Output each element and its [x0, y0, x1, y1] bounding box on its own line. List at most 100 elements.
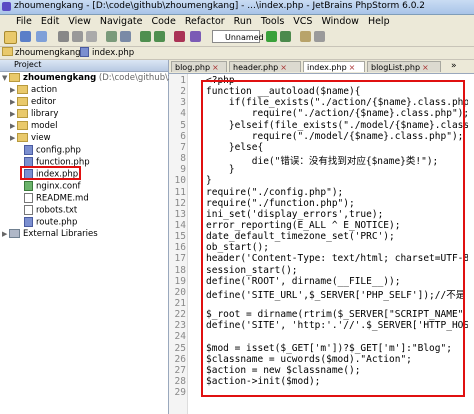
line-number: 27: [174, 364, 186, 376]
menu-bar: File Edit View Navigate Code Refactor Run Tools…: [0, 15, 474, 28]
line-number: 13: [174, 208, 186, 220]
tab-index-php[interactable]: index.php ×: [303, 61, 365, 72]
menu-run[interactable]: Run: [234, 15, 252, 28]
tree-item-editor[interactable]: ▶ editor: [10, 97, 56, 107]
settings-icon[interactable]: [190, 31, 201, 42]
editor-tab-bar: blog.php × header.php × index.php × blogLis…: [169, 60, 474, 74]
line-number: 1: [180, 75, 186, 86]
tab-bloglist-php[interactable]: blogList.php ×: [367, 61, 441, 72]
line-number: 11: [174, 186, 186, 198]
line-number: 23: [174, 320, 186, 332]
close-icon[interactable]: ×: [422, 63, 429, 72]
expand-icon[interactable]: ▶: [10, 85, 17, 95]
menu-file[interactable]: File: [16, 15, 32, 28]
line-number: 17: [174, 253, 186, 265]
project-folder-icon: [2, 47, 13, 56]
close-icon[interactable]: ×: [212, 63, 219, 72]
line-number: 6: [180, 130, 186, 142]
line-number: 26: [174, 353, 186, 365]
window-title: zhoumengkang - [D:\code\github\zhoumengk…: [14, 1, 426, 11]
tree-item-library[interactable]: ▶ library: [10, 109, 58, 119]
help-icon[interactable]: [314, 31, 325, 42]
line-number: 22: [174, 309, 186, 321]
tree-item-robots-txt[interactable]: robots.txt: [24, 205, 77, 216]
tree-item-model[interactable]: ▶ model: [10, 121, 57, 131]
php-file-icon: [24, 217, 33, 227]
menu-refactor[interactable]: Refactor: [185, 15, 225, 28]
line-number: 25: [174, 342, 186, 354]
tree-item-nginx-conf[interactable]: nginx.conf: [24, 181, 81, 192]
line-number: 7: [180, 141, 186, 153]
tree-item-label: External Libraries: [23, 229, 98, 239]
collapse-icon[interactable]: ▼: [2, 73, 9, 83]
tree-item-label: README.md: [36, 193, 89, 204]
folder-icon: [17, 121, 28, 130]
save-icon[interactable]: [20, 31, 31, 42]
tab-blog-php[interactable]: blog.php ×: [171, 61, 227, 72]
tab-overflow-icon[interactable]: »: [451, 61, 457, 71]
menu-view[interactable]: View: [68, 15, 91, 28]
build-icon[interactable]: [174, 31, 185, 42]
tree-item-label: nginx.conf: [36, 181, 81, 192]
title-bar: zhoumengkang - [D:\code\github\zhoumengk…: [0, 0, 474, 15]
line-number: 4: [180, 108, 186, 120]
folder-icon: [9, 73, 20, 82]
folder-icon: [17, 109, 28, 118]
line-number: 29: [174, 387, 186, 399]
expand-icon[interactable]: ▶: [2, 229, 9, 239]
menu-edit[interactable]: Edit: [41, 15, 59, 28]
copy-icon[interactable]: [72, 31, 83, 42]
tab-label: header.php: [233, 63, 279, 72]
menu-help[interactable]: Help: [368, 15, 390, 28]
vcs-icon[interactable]: [300, 31, 311, 42]
menu-tools[interactable]: Tools: [261, 15, 284, 28]
php-file-icon: [24, 145, 33, 155]
expand-icon[interactable]: ▶: [10, 97, 17, 107]
forward-icon[interactable]: [154, 31, 165, 42]
tree-item-config-php[interactable]: config.php: [24, 145, 81, 156]
expand-icon[interactable]: ▶: [10, 109, 17, 119]
breadcrumb-file[interactable]: index.php: [92, 47, 134, 59]
line-number: 10: [174, 175, 186, 187]
line-number: 24: [174, 331, 186, 343]
tree-item-route-php[interactable]: route.php: [24, 217, 77, 228]
open-folder-icon[interactable]: [4, 31, 17, 44]
menu-window[interactable]: Window: [321, 15, 358, 28]
line-number: 20: [174, 286, 186, 298]
breadcrumb: zhoumengkang index.php: [0, 47, 474, 60]
run-config-select[interactable]: Unnamed: [212, 30, 264, 43]
line-number: 19: [174, 275, 186, 287]
tree-item-label: route.php: [36, 217, 78, 228]
find-icon[interactable]: [106, 31, 117, 42]
folder-icon: [17, 85, 28, 94]
replace-icon[interactable]: [120, 31, 131, 42]
tree-item-label: action: [31, 85, 58, 95]
sync-icon[interactable]: [36, 31, 47, 42]
line-number: 12: [174, 197, 186, 209]
text-file-icon: [24, 205, 33, 215]
line-number: 5: [180, 119, 186, 131]
debug-icon[interactable]: [280, 31, 291, 42]
line-number: 9: [180, 164, 186, 176]
tree-item-external-libraries[interactable]: ▶ External Libraries: [2, 229, 98, 239]
line-number: 8: [180, 153, 186, 165]
breadcrumb-project[interactable]: zhoumengkang: [15, 47, 81, 59]
menu-vcs[interactable]: VCS: [293, 15, 312, 28]
tree-item-view[interactable]: ▶ view: [10, 133, 51, 143]
back-icon[interactable]: [140, 31, 151, 42]
cut-icon[interactable]: [58, 31, 69, 42]
run-icon[interactable]: [266, 31, 277, 42]
line-number: 21: [174, 298, 186, 309]
paste-icon[interactable]: [86, 31, 97, 42]
close-icon[interactable]: ×: [280, 63, 287, 72]
menu-navigate[interactable]: Navigate: [100, 15, 143, 28]
close-icon[interactable]: ×: [349, 63, 356, 72]
expand-icon[interactable]: ▶: [10, 133, 17, 143]
project-panel-title[interactable]: Project: [14, 60, 41, 69]
tree-item-action[interactable]: ▶ action: [10, 85, 57, 95]
line-number: 16: [174, 242, 186, 254]
expand-icon[interactable]: ▶: [10, 121, 17, 131]
menu-code[interactable]: Code: [151, 15, 175, 28]
tree-item-readme[interactable]: README.md: [24, 193, 89, 204]
tab-header-php[interactable]: header.php ×: [229, 61, 301, 72]
